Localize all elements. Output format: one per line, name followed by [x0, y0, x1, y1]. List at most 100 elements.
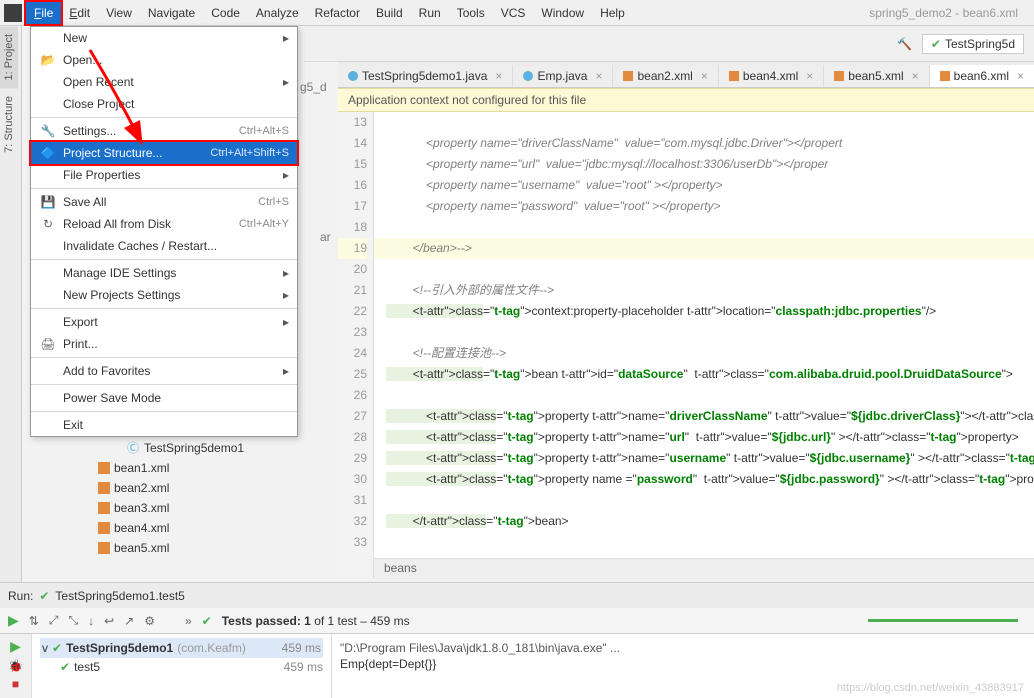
- tree-node[interactable]: bean2.xml: [78, 478, 314, 498]
- menu-item-icon: ↻: [39, 217, 57, 231]
- menu-navigate[interactable]: Navigate: [140, 2, 203, 24]
- toggle-icon[interactable]: ⇅: [29, 614, 39, 628]
- editor-breadcrumb[interactable]: beans: [374, 558, 1034, 580]
- menu-item-close-project[interactable]: Close Project: [31, 93, 297, 115]
- menu-run[interactable]: Run: [411, 2, 449, 24]
- debug-icon[interactable]: 🐞: [8, 659, 23, 673]
- build-hammer-icon[interactable]: 🔨: [897, 37, 912, 51]
- close-icon[interactable]: ×: [912, 69, 919, 83]
- menu-tools[interactable]: Tools: [449, 2, 493, 24]
- expand-icon[interactable]: ⤢: [49, 613, 59, 628]
- menu-item-print-[interactable]: 🖨Print...: [31, 333, 297, 355]
- menu-item-file-properties[interactable]: File Properties▸: [31, 164, 297, 186]
- ok-icon: ✔: [52, 639, 62, 657]
- editor-tab[interactable]: bean4.xml×: [719, 65, 824, 87]
- run-config-label: TestSpring5d: [945, 37, 1015, 51]
- editor-tab[interactable]: TestSpring5demo1.java×: [338, 65, 513, 87]
- console-line: Emp{dept=Dept{}}: [340, 656, 1026, 672]
- run-config-selector[interactable]: ✔ TestSpring5d: [922, 34, 1024, 54]
- close-icon[interactable]: ×: [495, 69, 502, 83]
- code-line: <property name="url" value="jdbc:mysql:/…: [374, 154, 1034, 175]
- menu-item-label: Save All: [63, 195, 258, 209]
- menu-item-project-structure-[interactable]: 🔷Project Structure...Ctrl+Alt+Shift+S: [31, 142, 297, 164]
- editor-tab[interactable]: bean6.xml×: [930, 65, 1034, 87]
- menu-item-open-[interactable]: 📂Open...: [31, 49, 297, 71]
- toolbar-right: 🔨 ✔ TestSpring5d: [304, 26, 1034, 62]
- tree-node[interactable]: bean4.xml: [78, 518, 314, 538]
- close-icon[interactable]: ×: [806, 69, 813, 83]
- line-number: 30: [338, 469, 367, 490]
- test-tree-root[interactable]: v ✔ TestSpring5demo1 (com.Keafm) 459 ms: [40, 638, 323, 658]
- menu-item-reload-all-from-disk[interactable]: ↻Reload All from DiskCtrl+Alt+Y: [31, 213, 297, 235]
- tree-node[interactable]: ⒸTestSpring5demo1: [78, 438, 314, 458]
- menu-build[interactable]: Build: [368, 2, 411, 24]
- tree-node-label: bean2.xml: [114, 478, 169, 498]
- menu-view[interactable]: View: [98, 2, 140, 24]
- export-icon[interactable]: ↗: [124, 614, 134, 628]
- run-toolwindow-header: Run: ✔ TestSpring5demo1.test5: [0, 582, 1034, 608]
- code-line: [374, 532, 1034, 553]
- menu-vcs[interactable]: VCS: [493, 2, 534, 24]
- code-line: <!--引入外部的属性文件-->: [374, 280, 1034, 301]
- menu-item-label: Invalidate Caches / Restart...: [63, 239, 289, 253]
- menu-item-label: New: [63, 31, 283, 45]
- editor-tab[interactable]: bean2.xml×: [613, 65, 718, 87]
- close-icon[interactable]: ×: [595, 69, 602, 83]
- menu-item-icon: 🖨: [39, 337, 57, 351]
- tree-node[interactable]: bean1.xml: [78, 458, 314, 478]
- test-tree-leaf[interactable]: ✔ test5 459 ms: [40, 658, 323, 676]
- menu-code[interactable]: Code: [203, 2, 248, 24]
- line-number: 14: [338, 133, 367, 154]
- menu-refactor[interactable]: Refactor: [307, 2, 368, 24]
- tree-node[interactable]: bean5.xml: [78, 538, 314, 558]
- menu-item-settings-[interactable]: 🔧Settings...Ctrl+Alt+S: [31, 120, 297, 142]
- menu-item-label: Project Structure...: [63, 146, 210, 160]
- code-line: [374, 490, 1034, 511]
- rerun-icon[interactable]: ▶: [8, 612, 19, 629]
- editor-tab[interactable]: bean5.xml×: [824, 65, 929, 87]
- editor-tab[interactable]: Emp.java×: [513, 65, 613, 87]
- code-line: [374, 322, 1034, 343]
- tree-node[interactable]: bean3.xml: [78, 498, 314, 518]
- menu-window[interactable]: Window: [533, 2, 592, 24]
- menu-help[interactable]: Help: [592, 2, 633, 24]
- menu-item-shortcut: Ctrl+Alt+S: [239, 125, 289, 137]
- test-progress-bar: [868, 619, 1018, 622]
- filter-icon[interactable]: ↓: [88, 614, 94, 628]
- run-panel-sidebar: ▶ 🐞 ■: [0, 634, 32, 698]
- collapse-icon[interactable]: ⤡: [68, 613, 78, 628]
- line-number: 33: [338, 532, 367, 553]
- menu-analyze[interactable]: Analyze: [248, 2, 307, 24]
- menu-item-invalidate-caches-restart-[interactable]: Invalidate Caches / Restart...: [31, 235, 297, 257]
- history-icon[interactable]: ↩: [104, 614, 114, 628]
- code-line: <property name="password" value="root" >…: [374, 196, 1034, 217]
- menu-item-power-save-mode[interactable]: Power Save Mode: [31, 387, 297, 409]
- side-tab-project[interactable]: 1: Project: [0, 26, 18, 88]
- close-icon[interactable]: ×: [1017, 69, 1024, 83]
- chevron-right-icon: ▸: [283, 266, 289, 280]
- menu-item-new-projects-settings[interactable]: New Projects Settings▸: [31, 284, 297, 306]
- gear-icon[interactable]: ⚙: [144, 614, 155, 628]
- menu-item-label: Open Recent: [63, 75, 283, 89]
- test-leaf-name: test5: [74, 658, 100, 676]
- menu-file[interactable]: File: [26, 2, 61, 24]
- menu-item-export[interactable]: Export▸: [31, 311, 297, 333]
- play-icon[interactable]: ▶: [10, 638, 21, 655]
- side-tab-structure[interactable]: 7: Structure: [0, 88, 18, 161]
- menu-item-save-all[interactable]: 💾Save AllCtrl+S: [31, 191, 297, 213]
- tests-total: of 1 test – 459 ms: [311, 614, 410, 628]
- menu-item-label: File Properties: [63, 168, 283, 182]
- close-icon[interactable]: ×: [701, 69, 708, 83]
- editor-body[interactable]: <property name="driverClassName" value="…: [374, 112, 1034, 578]
- menu-item-exit[interactable]: Exit: [31, 414, 297, 436]
- menu-item-open-recent[interactable]: Open Recent▸: [31, 71, 297, 93]
- menu-item-label: Close Project: [63, 97, 289, 111]
- menu-item-add-to-favorites[interactable]: Add to Favorites▸: [31, 360, 297, 382]
- menu-edit[interactable]: EEditdit: [61, 2, 98, 24]
- test-tree[interactable]: v ✔ TestSpring5demo1 (com.Keafm) 459 ms …: [32, 634, 332, 698]
- code-line: [374, 217, 1034, 238]
- menu-item-manage-ide-settings[interactable]: Manage IDE Settings▸: [31, 262, 297, 284]
- menu-item-label: Open...: [63, 53, 289, 67]
- menu-item-new[interactable]: New▸: [31, 27, 297, 49]
- stop-icon[interactable]: ■: [12, 677, 19, 691]
